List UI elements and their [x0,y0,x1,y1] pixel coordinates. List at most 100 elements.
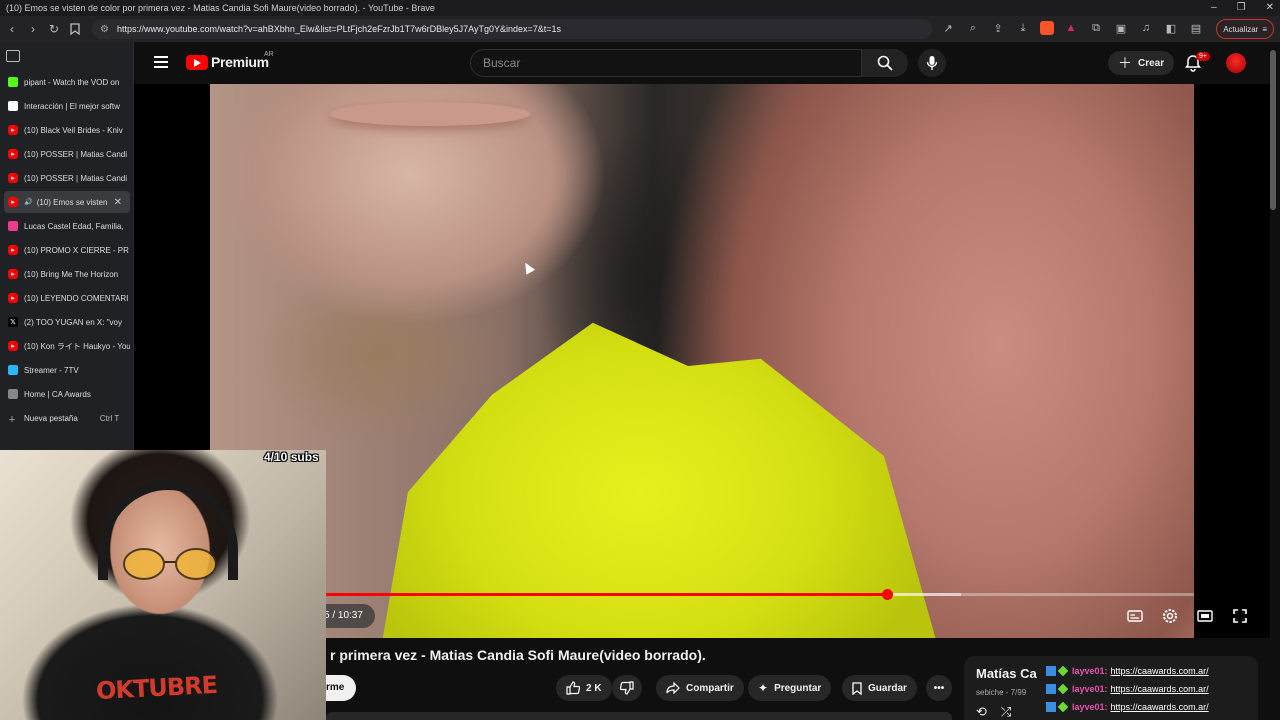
chat-badge-icon [1046,666,1056,676]
search-icon [877,55,893,71]
brave-rewards-icon[interactable]: ▲ [1063,20,1079,36]
tab-item[interactable]: Lucas Castel Edad, Familia, [4,215,130,237]
tab-item[interactable]: ▸ (10) LEYENDO COMENTARI [4,287,130,309]
tab-item[interactable]: ▸ (10) Bring Me The Horizon [4,263,130,285]
url-bar[interactable]: ⚙ https://www.youtube.com/watch?v=ahBXbh… [92,19,932,39]
share-button[interactable]: Compartir [656,675,744,701]
share-arrow-icon [666,682,680,694]
media-icon[interactable]: ♫ [1138,20,1154,36]
more-actions-button[interactable]: ••• [926,675,952,701]
tab-item[interactable]: ▸ (10) POSSER | Matias Candi [4,167,130,189]
subscribe-button[interactable]: rme [326,675,356,701]
tab-label: (2) TOO YUGAN en X: "voy [24,317,122,327]
chat-link[interactable]: https://caawards.com.ar/ [1111,702,1209,712]
site-settings-icon[interactable]: ⚙ [100,24,109,35]
reading-list-icon[interactable]: ▣ [1113,20,1129,36]
youtube-icon: ▸ [8,149,18,159]
window-titlebar: (10) Emos se visten de color por primera… [0,0,1280,16]
back-icon[interactable]: ‹ [3,20,21,38]
settings-gear-icon[interactable] [1159,606,1181,626]
forward-icon[interactable]: › [24,20,42,38]
create-button[interactable]: ＋ Crear [1108,51,1175,75]
chat-message: layve01: https://caawards.com.ar/ [1046,662,1258,680]
close-window-icon[interactable]: ✕ [1266,0,1274,16]
youtube-icon: ▸ [8,173,18,183]
bookmark-icon[interactable] [66,20,84,38]
fullscreen-icon[interactable] [1229,606,1251,626]
extensions-icon[interactable]: ⧉ [1088,20,1104,36]
avatar[interactable] [1226,53,1246,73]
youtube-icon: ▸ [8,293,18,303]
video-frame[interactable] [210,84,1194,638]
tab-close-icon[interactable]: ✕ [114,197,122,208]
tab-item[interactable]: pipant - Watch the VOD on [4,71,130,93]
tab-label: (10) POSSER | Matias Candi [24,149,128,159]
tab-item[interactable]: ▸ (10) PROMO X CIERRE - PR [4,239,130,261]
tab-item[interactable]: ▸ 🔊 (10) Emos se visten ✕ [4,191,130,213]
chat-link[interactable]: https://caawards.com.ar/ [1111,684,1209,694]
tab-label: Lucas Castel Edad, Familia, [24,221,124,231]
video-content-face [330,102,530,126]
subtitles-icon[interactable] [1124,606,1146,626]
thumbs-up-icon [566,681,580,695]
search-button[interactable] [862,49,908,77]
loop-icon[interactable]: ⟲ [976,704,987,720]
tab-item[interactable]: Home | CA Awards [4,383,130,405]
tab-label: (10) PROMO X CIERRE - PR [24,245,129,255]
youtube-premium-logo[interactable]: Premium AR [186,51,274,70]
hamburger-menu-icon[interactable] [154,56,168,68]
like-button[interactable]: 2 K [556,675,612,701]
zoom-icon[interactable]: ⌕ [965,20,981,36]
stream-chat-overlay: layve01: https://caawards.com.ar/layve01:… [1046,662,1258,716]
tab-item[interactable]: ▸ (10) Kon ライト Haukyo - YouT [4,335,130,357]
share-icon[interactable]: ⇪ [990,20,1006,36]
wallet-icon[interactable]: ▤ [1188,20,1204,36]
more-dots-icon: ••• [933,682,945,694]
tab-item[interactable]: Interacción | El mejor softw [4,95,130,117]
save-button[interactable]: Guardar [842,675,917,701]
sunglasses [123,548,217,580]
bookmark-icon [852,681,862,695]
diamond-icon [8,101,18,111]
tab-item[interactable]: 𝕏 (2) TOO YUGAN en X: "voy [4,311,130,333]
sidebar-toggle-icon[interactable]: ◧ [1163,20,1179,36]
tab-label: (10) Emos se visten [36,197,108,207]
download-icon[interactable]: ⤓ [1015,20,1031,36]
page-scrollbar[interactable] [1270,50,1276,210]
tab-item[interactable]: ▸ (10) Black Veil Brides - Kniv [4,119,130,141]
youtube-icon: ▸ [8,269,18,279]
thumbs-down-icon [620,681,634,695]
new-tab-button[interactable]: ＋ Nueva pestaña Ctrl T [8,414,119,425]
window-title: (10) Emos se visten de color por primera… [6,3,435,13]
brave-shield-icon[interactable] [1040,21,1054,35]
tab-label: (10) Black Veil Brides - Kniv [24,125,123,135]
tab-item[interactable]: Streamer - 7TV [4,359,130,381]
open-external-icon[interactable]: ↗ [940,20,956,36]
audio-playing-icon[interactable]: 🔊 [24,198,33,206]
globe-icon [8,389,18,399]
shuffle-icon[interactable]: ⤮ [1001,704,1011,720]
tab-label: Streamer - 7TV [24,365,79,375]
description-box-edge[interactable] [326,712,952,720]
theater-mode-icon[interactable] [1194,606,1216,626]
menu-icon: ≡ [1262,24,1267,34]
chat-link[interactable]: https://caawards.com.ar/ [1111,666,1209,676]
dislike-button[interactable] [612,675,642,701]
playlist-subtitle: sebiche - 7/99 [976,688,1027,697]
url-text: https://www.youtube.com/watch?v=ahBXbhn_… [116,24,562,34]
voice-search-button[interactable] [918,49,946,77]
search-input[interactable]: Buscar [470,49,862,77]
tab-label: (10) POSSER | Matias Candi [24,173,128,183]
reload-icon[interactable]: ↻ [45,20,63,38]
sidebar-panel-icon[interactable] [6,50,20,62]
minimize-icon[interactable]: – [1211,0,1217,16]
restore-icon[interactable]: ❐ [1237,0,1246,16]
notifications-badge: 9+ [1196,52,1210,61]
chat-username: layve01: [1072,666,1108,676]
kick-icon [8,77,18,87]
tab-item[interactable]: ▸ (10) POSSER | Matias Candi [4,143,130,165]
chat-badge-icon [1046,684,1056,694]
ask-button[interactable]: ✦ Preguntar [748,675,832,701]
update-button[interactable]: Actualizar ≡ [1216,19,1274,39]
progress-scrubber-handle[interactable] [881,589,893,600]
